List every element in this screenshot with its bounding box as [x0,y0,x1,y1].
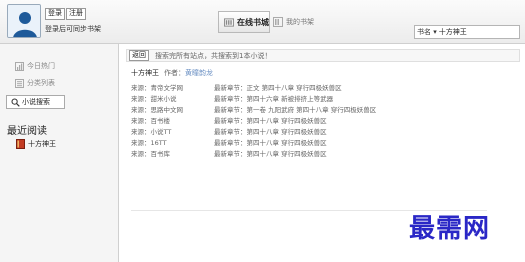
source-name: 来源：思路中文网 [131,106,183,114]
sidebar-item-label: 小说搜索 [22,98,50,106]
recent-book-item[interactable]: 十方神王 [16,139,56,149]
result-message: 搜索完所有站点，共搜索到1本小说！ [155,51,272,60]
chart-icon [15,61,24,71]
book-title[interactable]: 十方神王 [131,69,159,77]
result-info-bar: 返回 搜索完所有站点，共搜索到1本小说！ [126,49,520,62]
latest-chapter[interactable]: 最新章节：第四十八章 穿行四极妖兽区 [214,127,327,138]
source-name: 来源：小说TT [131,128,172,136]
list-item[interactable]: 来源：百书库 最新章节：第四十八章 穿行四极妖兽区 [131,149,487,160]
latest-chapter[interactable]: 最新章节：第四十八章 穿行四极妖兽区 [214,138,327,149]
tab-my-bookshelf[interactable]: 我的书架 [273,11,314,33]
book-icon [16,139,25,149]
list-item[interactable]: 来源：思路中文网 最新章节：第一卷 九阳武府 第四十八章 穿行四极妖兽区 [131,105,487,116]
source-name: 来源：百书楼 [131,117,170,125]
tab-online-bookstore[interactable]: 在线书城 [218,11,270,33]
search-icon [11,98,20,107]
latest-chapter[interactable]: 最新章节：正文 第四十八章 穿行四极妖兽区 [214,83,342,94]
bookstore-icon [224,17,234,27]
source-name: 来源：16TT [131,139,167,147]
avatar[interactable] [7,4,41,38]
source-list: 来源：青帝文学网 最新章节：正文 第四十八章 穿行四极妖兽区 来源：甜米小说 最… [131,83,487,160]
tab-online-label: 在线书城 [237,17,269,27]
author-link[interactable]: 黄瞳韵龙 [185,69,213,77]
latest-chapter[interactable]: 最新章节：第一卷 九阳武府 第四十八章 穿行四极妖兽区 [214,105,376,116]
bookshelf-icon [273,17,283,27]
author-label: 作者： [164,69,185,77]
sidebar-item-today-hot[interactable]: 今日热门 [15,61,55,71]
recent-reading-title: 最近阅读 [7,126,47,137]
recent-book-label: 十方神王 [28,140,56,148]
list-item[interactable]: 来源：甜米小说 最新章节：第四十六章 新被排挤上等武器 [131,94,487,105]
search-type-select[interactable]: 书名 ▾ [415,27,437,37]
latest-chapter[interactable]: 最新章节：第四十六章 新被排挤上等武器 [214,94,333,105]
latest-chapter[interactable]: 最新章节：第四十八章 穿行四极妖兽区 [214,116,327,127]
list-item[interactable]: 来源：小说TT 最新章节：第四十八章 穿行四极妖兽区 [131,127,487,138]
login-button[interactable]: 登录 [45,8,65,20]
sidebar-item-label: 今日热门 [27,62,55,70]
sidebar-item-novel-search[interactable]: 小说搜索 [6,95,65,109]
register-button[interactable]: 注册 [66,8,86,20]
source-name: 来源：甜米小说 [131,95,177,103]
sidebar-item-category-list[interactable]: 分类列表 [15,78,55,88]
watermark: 最需网 [409,214,491,244]
sync-hint: 登录后可同步书架 [45,25,101,33]
search-box: 书名 ▾ [414,25,520,39]
back-button[interactable]: 返回 [129,50,149,61]
search-input[interactable] [436,26,497,38]
tab-my-bookshelf-label: 我的书架 [286,18,314,26]
source-name: 来源：百书库 [131,150,170,158]
book-header: 十方神王 作者：黄瞳韵龙 [131,68,213,78]
sidebar-item-label: 分类列表 [27,79,55,87]
list-item[interactable]: 来源：16TT 最新章节：第四十八章 穿行四极妖兽区 [131,138,487,149]
source-name: 来源：青帝文学网 [131,84,183,92]
list-item[interactable]: 来源：青帝文学网 最新章节：正文 第四十八章 穿行四极妖兽区 [131,83,487,94]
top-bar: 登录 注册 登录后可同步书架 在线书城 我的书架 书名 ▾ [0,0,525,44]
list-item[interactable]: 来源：百书楼 最新章节：第四十八章 穿行四极妖兽区 [131,116,487,127]
list-icon [15,78,24,88]
user-silhouette-icon [8,5,40,37]
latest-chapter[interactable]: 最新章节：第四十八章 穿行四极妖兽区 [214,149,327,160]
sidebar: 今日热门 分类列表 小说搜索 最近阅读 十方神王 [0,44,119,262]
